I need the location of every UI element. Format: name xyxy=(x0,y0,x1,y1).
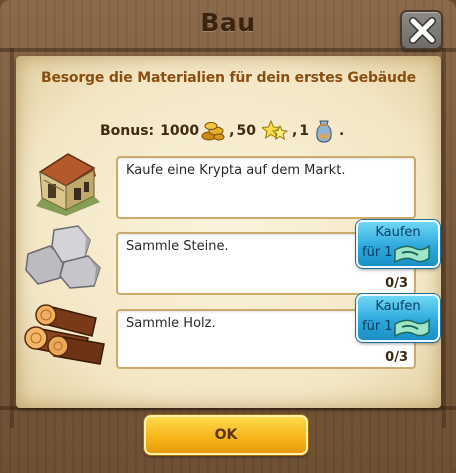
task-progress: 0/3 xyxy=(385,350,408,365)
gold-coins-icon xyxy=(201,122,225,141)
bonus-third-value: 1 xyxy=(299,123,310,139)
close-icon xyxy=(409,17,436,44)
banknote-icon xyxy=(394,244,430,264)
task-progress: 0/3 xyxy=(385,276,408,291)
wood-divider xyxy=(0,48,456,52)
bonus-label: Bonus: xyxy=(100,123,155,139)
ok-button[interactable]: OK xyxy=(144,415,308,455)
buy-stones-button[interactable]: Kaufen für 1 xyxy=(356,220,440,268)
xp-stars-icon xyxy=(261,120,288,141)
supply-sack-icon xyxy=(316,120,332,143)
wood-divider xyxy=(442,48,446,428)
bonus-coins-value: 1000 xyxy=(160,123,200,139)
crypt-building-icon xyxy=(30,146,106,220)
bonus-row: Bonus: 1000 , 50 , 1 . xyxy=(100,118,344,144)
buy-button-label: Kaufen xyxy=(375,299,421,314)
banknote-icon xyxy=(394,318,430,338)
stone-blocks-icon xyxy=(24,224,104,294)
buy-button-price: für 1 xyxy=(362,245,393,260)
wood-divider xyxy=(10,48,14,428)
task-box: Kaufe eine Krypta auf dem Markt. xyxy=(116,156,416,219)
dialog-title: Bau xyxy=(200,8,256,37)
buy-wood-button[interactable]: Kaufen für 1 xyxy=(356,294,440,342)
close-button[interactable] xyxy=(400,10,443,50)
buy-button-label: Kaufen xyxy=(375,225,421,240)
buy-button-price: für 1 xyxy=(362,319,393,334)
bonus-end: . xyxy=(339,123,345,139)
wood-logs-icon xyxy=(22,300,106,374)
dialog-subtitle: Besorge die Materialien für dein erstes … xyxy=(41,70,416,86)
task-text: Kaufe eine Krypta auf dem Markt. xyxy=(126,163,346,178)
bonus-xp-value: 50 xyxy=(236,123,256,139)
